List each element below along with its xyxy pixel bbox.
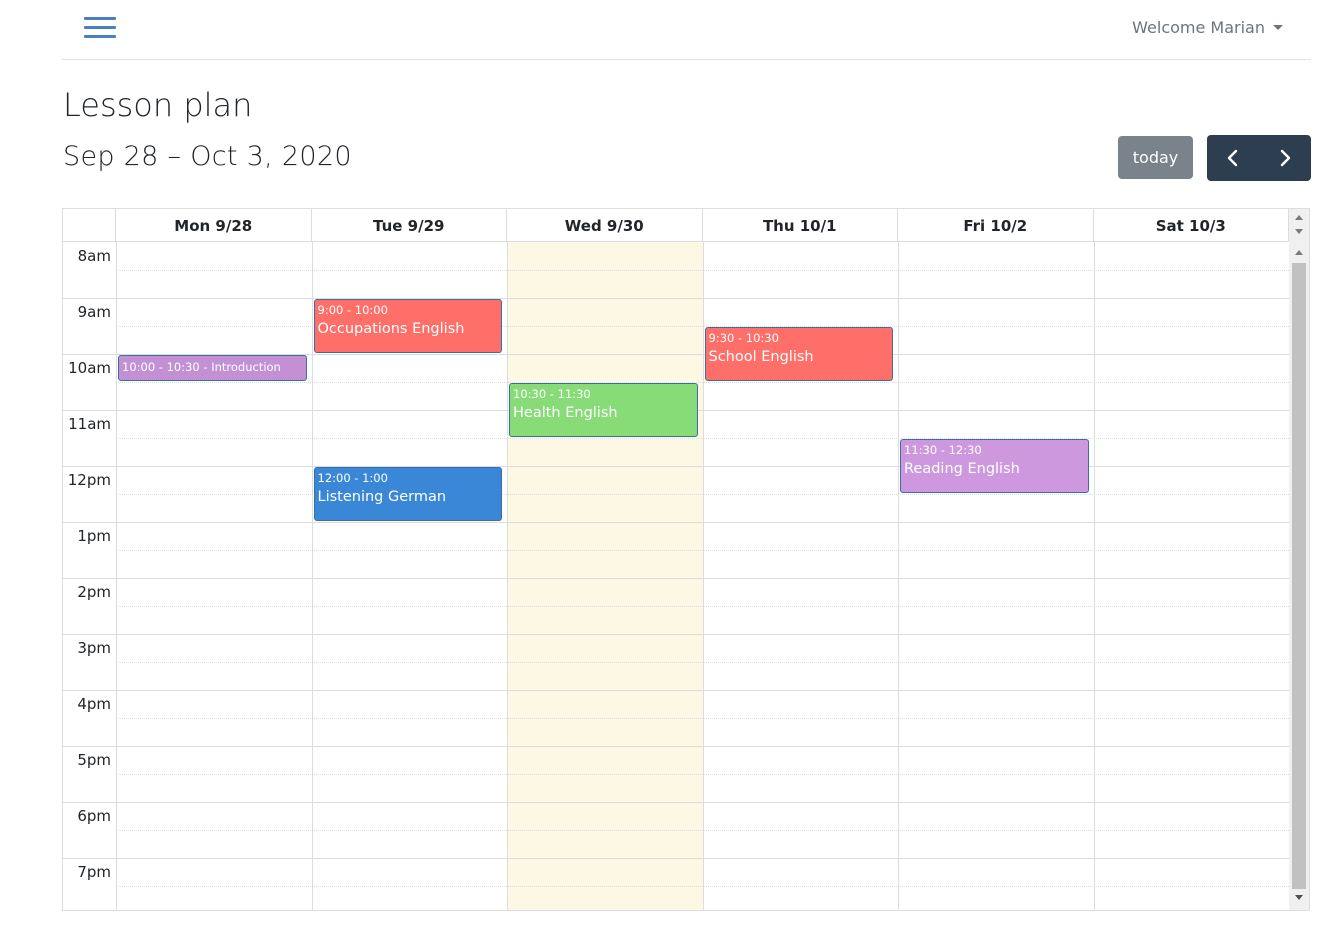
week-calendar: Mon 9/28 Tue 9/29 Wed 9/30 Thu 10/1 Fri 10/2… (62, 208, 1310, 911)
event-time: 12:00 - 1:00 (317, 471, 388, 485)
hour-line (63, 746, 1289, 747)
today-column-highlight (507, 242, 703, 910)
event-title: Reading English (904, 461, 1020, 477)
calendar-event[interactable]: 9:30 - 10:30 School English (704, 327, 893, 381)
calendar-header: Mon 9/28 Tue 9/29 Wed 9/30 Thu 10/1 Fri 10/2… (63, 209, 1289, 242)
today-button[interactable]: today (1118, 136, 1193, 179)
calendar-event[interactable]: 11:30 - 12:30 Reading English (900, 439, 1089, 493)
scroll-down-small-arrow-icon[interactable] (1295, 229, 1303, 234)
column-divider (116, 242, 117, 910)
column-divider (1093, 242, 1095, 910)
event-title: School English (708, 349, 814, 365)
time-axis-label: 4pm (77, 695, 111, 713)
time-axis-label: 9am (77, 303, 111, 321)
hour-line (63, 578, 1289, 579)
column-divider (702, 242, 704, 910)
time-axis-label: 11am (68, 415, 111, 433)
chevron-right-icon (1280, 149, 1291, 167)
day-header: Tue 9/29 (312, 209, 507, 242)
event-title: Health English (513, 405, 618, 421)
hour-line (63, 858, 1289, 859)
vertical-scrollbar[interactable] (1289, 209, 1309, 910)
calendar-event[interactable]: 12:00 - 1:00 Listening German (313, 467, 502, 521)
day-header: Fri 10/2 (898, 209, 1094, 242)
time-axis-label: 7pm (77, 863, 111, 881)
time-axis-label: 2pm (77, 583, 111, 601)
event-title: Listening German (317, 489, 447, 505)
time-axis-label: 6pm (77, 807, 111, 825)
column-divider (898, 242, 899, 910)
prev-week-button[interactable] (1207, 135, 1259, 181)
hour-line (63, 802, 1289, 803)
event-title: Occupations English (317, 321, 465, 337)
day-header: Sat 10/3 (1094, 209, 1289, 242)
time-axis-label: 3pm (77, 639, 111, 657)
hour-line (63, 522, 1289, 523)
calendar-event[interactable]: 9:00 - 10:00 Occupations English (313, 299, 502, 353)
day-header: Wed 9/30 (507, 209, 703, 242)
user-dropdown[interactable]: Welcome Marian (1132, 18, 1283, 37)
scrollbar-thumb[interactable] (1292, 263, 1306, 889)
calendar-event[interactable]: 10:30 - 11:30 Health English (509, 383, 698, 437)
nav-button-group (1207, 135, 1311, 181)
column-divider (311, 242, 313, 910)
event-time: 10:30 - 11:30 (513, 387, 591, 401)
calendar-event[interactable]: 10:00 - 10:30 - Introduction (118, 355, 307, 381)
header-axis-cell (63, 209, 116, 242)
day-header: Mon 9/28 (116, 209, 312, 242)
time-axis-label: 8am (77, 247, 111, 265)
hour-line (63, 690, 1289, 691)
time-axis-label: 1pm (77, 527, 111, 545)
time-axis-label: 10am (68, 359, 111, 377)
scroll-down-arrow-icon[interactable] (1295, 895, 1303, 900)
event-time: 10:00 - 10:30 - Introduction (122, 360, 281, 374)
scroll-up-track-arrow-icon[interactable] (1295, 250, 1303, 255)
time-axis-label: 12pm (67, 471, 111, 489)
event-time: 9:00 - 10:00 (317, 303, 388, 317)
page-title: Lesson plan (63, 86, 253, 124)
hour-line (63, 298, 1289, 299)
hamburger-menu-icon[interactable] (84, 16, 116, 40)
column-divider (507, 242, 508, 910)
caret-down-icon (1273, 25, 1283, 30)
chevron-left-icon (1227, 149, 1238, 167)
event-time: 9:30 - 10:30 (708, 331, 779, 345)
top-navbar: Welcome Marian (62, 0, 1311, 60)
hour-line (63, 466, 1289, 467)
time-axis-label: 5pm (77, 751, 111, 769)
hour-line (63, 634, 1289, 635)
welcome-label: Welcome Marian (1132, 18, 1265, 37)
time-grid: 8am 9am 10am 11am 12pm 1pm 2pm 3pm 4pm 5pm 6pm 7pm 1… (63, 242, 1289, 910)
event-time: 11:30 - 12:30 (904, 443, 982, 457)
next-week-button[interactable] (1259, 135, 1311, 181)
date-range-title: Sep 28 – Oct 3, 2020 (63, 141, 352, 172)
scroll-up-arrow-icon[interactable] (1295, 215, 1303, 220)
day-header: Thu 10/1 (703, 209, 898, 242)
